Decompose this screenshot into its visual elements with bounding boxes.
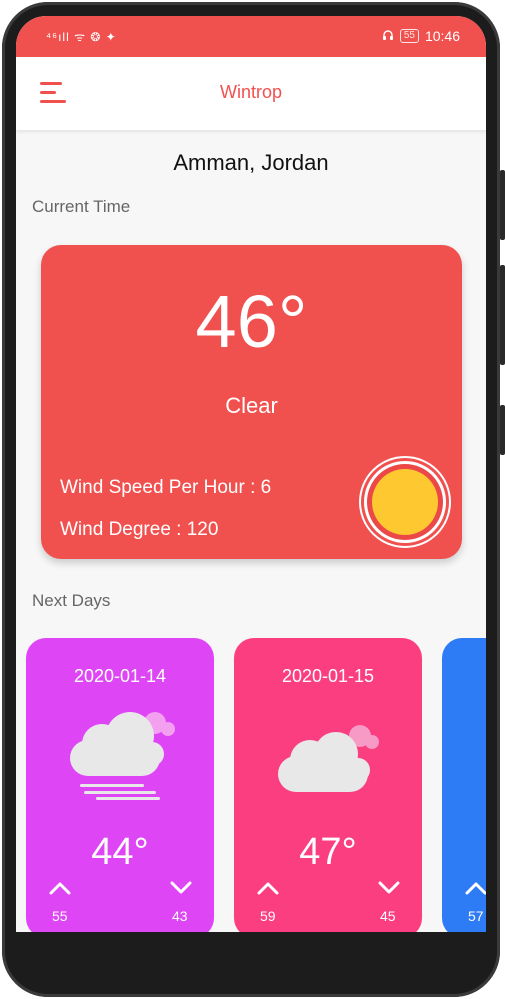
status-right: 55 10:46: [382, 28, 460, 44]
cloud-icon: [278, 725, 379, 792]
current-weather-card[interactable]: 46° Clear Wind Speed Per Hour : 6 Wind D…: [41, 245, 462, 559]
forecast-date: 2020-01-15: [281, 666, 375, 686]
forecast-min: 45: [380, 908, 396, 924]
forecast-card-day-3[interactable]: 57: [442, 638, 486, 932]
chevron-up-icon: [465, 882, 486, 895]
app-title: Wintrop: [219, 82, 282, 102]
forecast-temperature: 44°: [91, 831, 149, 873]
phone-frame: ⁴⁶ıll ᯤ ❂ ✦ 55 10:46 Wintrop Amman, Jord…: [0, 0, 505, 999]
forecast-min: 43: [172, 908, 188, 924]
app-bar: Wintrop: [16, 57, 486, 130]
current-condition: Clear: [225, 393, 278, 418]
current-time-label: Current Time: [32, 197, 131, 216]
forecast-date: 2020-01-14: [73, 666, 167, 686]
forecast-card-day-1[interactable]: 2020-01-14 44° 55 43: [26, 638, 214, 932]
screen: ⁴⁶ıll ᯤ ❂ ✦ 55 10:46 Wintrop Amman, Jord…: [16, 16, 486, 932]
chevron-down-icon: [170, 881, 192, 894]
battery-indicator: 55: [399, 29, 419, 43]
sun-icon: [359, 456, 451, 548]
forecast-temperature: 47°: [299, 831, 357, 873]
clock: 10:46: [424, 28, 460, 44]
forecast-max: 55: [52, 908, 68, 924]
volume-button: [500, 170, 505, 240]
forecast-card-day-2[interactable]: 2020-01-15 47° 59 45: [234, 638, 422, 932]
headphones-icon: [382, 28, 394, 44]
location-title: Amman, Jordan: [173, 150, 329, 175]
signal-wifi-social-icons: ⁴⁶ıll ᯤ ❂ ✦: [46, 30, 117, 44]
next-days-label: Next Days: [32, 591, 111, 610]
power-button: [500, 405, 505, 455]
chevron-down-icon: [378, 881, 400, 894]
chevron-up-icon: [49, 882, 71, 895]
status-bar: ⁴⁶ıll ᯤ ❂ ✦ 55 10:46: [16, 16, 486, 57]
current-temperature: 46°: [195, 280, 308, 363]
wind-degree: Wind Degree : 120: [60, 519, 219, 540]
cloud-fog-icon: [70, 712, 175, 800]
forecast-max: 59: [260, 908, 276, 924]
chevron-up-icon: [257, 882, 279, 895]
side-button: [500, 265, 505, 365]
wind-speed: Wind Speed Per Hour : 6: [60, 477, 272, 498]
forecast-max: 57: [468, 908, 484, 924]
